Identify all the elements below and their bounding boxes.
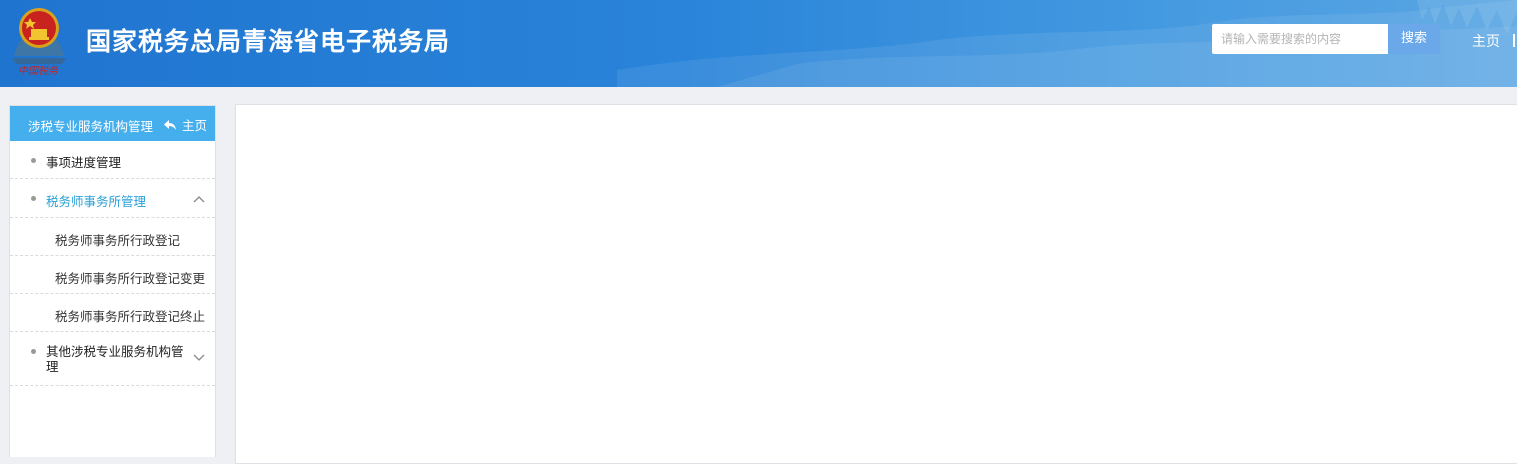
header-divider <box>1513 34 1515 47</box>
submenu-item-label: 税务师事务所行政登记终止 <box>55 309 206 324</box>
header-home-link[interactable]: 主页 <box>1472 31 1500 51</box>
submenu-item-label: 税务师事务所行政登记变更 <box>55 271 206 286</box>
menu-item-other-agencies[interactable]: 其他涉税专业服务机构管理 <box>10 332 215 386</box>
chevron-up-icon <box>193 196 205 203</box>
emblem-logo-text: 中国税务 <box>18 66 58 77</box>
bullet-dot-icon <box>31 349 36 354</box>
sidebar: 涉税专业服务机构管理 主页 事项进度管理 税务师事务所管理 税务师事务所行政登记… <box>9 105 216 457</box>
submenu-item-registration[interactable]: 税务师事务所行政登记 <box>10 218 215 256</box>
main-content-panel <box>235 104 1517 464</box>
search-input[interactable] <box>1212 24 1388 54</box>
sidebar-header: 涉税专业服务机构管理 主页 <box>10 106 215 141</box>
submenu-item-label: 税务师事务所行政登记 <box>55 233 181 248</box>
sidebar-title: 涉税专业服务机构管理 <box>28 119 154 134</box>
menu-item-tax-agent-firm[interactable]: 税务师事务所管理 <box>10 179 215 218</box>
site-title: 国家税务总局青海省电子税务局 <box>86 27 451 56</box>
reply-arrow-icon <box>163 119 176 130</box>
bullet-dot-icon <box>31 158 36 163</box>
top-header: 中国税务 国家税务总局青海省电子税务局 搜索 主页 <box>0 0 1517 87</box>
submenu-item-registration-termination[interactable]: 税务师事务所行政登记终止 <box>10 294 215 332</box>
search-button[interactable]: 搜索 <box>1388 24 1440 54</box>
sidebar-home-link[interactable]: 主页 <box>163 115 207 134</box>
menu-item-progress[interactable]: 事项进度管理 <box>10 141 215 179</box>
bullet-dot-icon <box>31 196 36 201</box>
submenu-item-registration-change[interactable]: 税务师事务所行政登记变更 <box>10 256 215 294</box>
menu-item-label: 其他涉税专业服务机构管理 <box>46 344 184 374</box>
national-emblem-icon: 中国税务 <box>8 4 70 78</box>
chevron-down-icon <box>193 354 205 361</box>
menu-item-label: 事项进度管理 <box>46 155 122 170</box>
menu-item-label: 税务师事务所管理 <box>46 194 147 209</box>
sidebar-home-label: 主页 <box>181 118 207 133</box>
